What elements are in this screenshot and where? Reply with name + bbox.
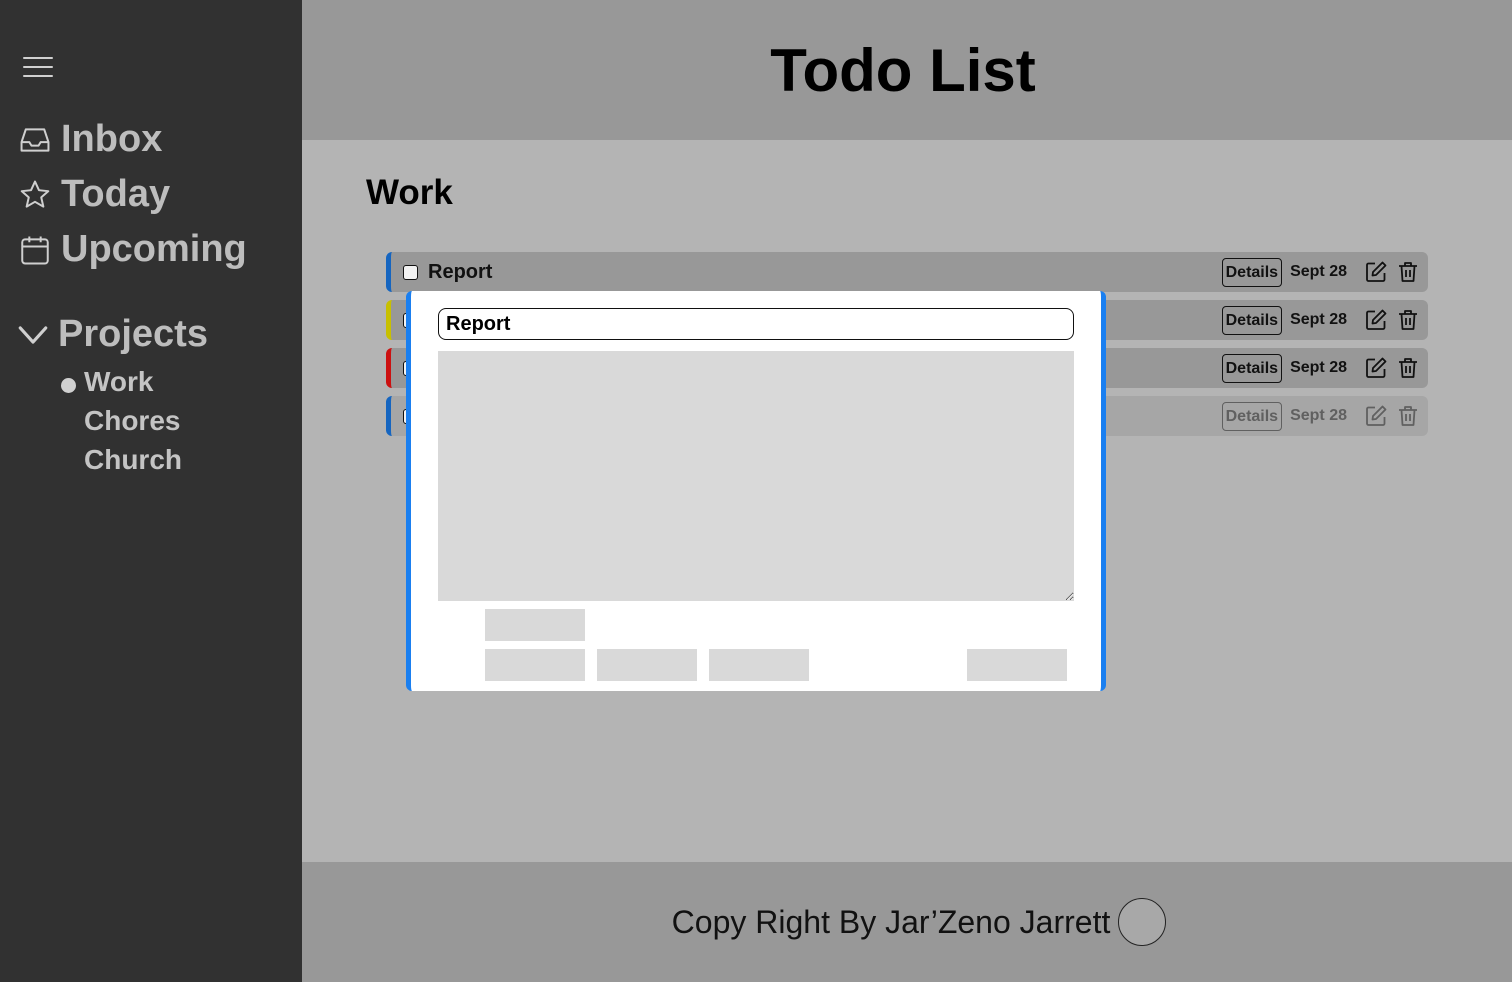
sidebar-item-label: Today — [61, 173, 171, 215]
inbox-icon — [20, 127, 50, 152]
todo-row: Report Details Sept 28 — [386, 252, 1428, 292]
details-button[interactable]: Details — [1221, 401, 1283, 431]
todo-date: Sept 28 — [1290, 263, 1347, 280]
sidebar: Inbox Today Upcoming Projects Work Chore… — [0, 0, 302, 982]
todo-date: Sept 28 — [1290, 407, 1347, 424]
chevron-down-icon — [18, 325, 48, 344]
projects-label: Projects — [58, 313, 208, 355]
page-footer: Copy Right By Jar’Zeno Jarrett — [302, 862, 1512, 982]
modal-title-input[interactable] — [438, 308, 1074, 340]
trash-icon[interactable] — [1396, 404, 1420, 428]
calendar-icon — [21, 236, 49, 264]
sidebar-item-inbox[interactable]: Inbox — [18, 118, 162, 161]
sidebar-project-work[interactable]: Work — [84, 366, 154, 398]
modal-priority-option-2[interactable] — [597, 649, 697, 681]
footer-text: Copy Right By Jar’Zeno Jarrett — [671, 903, 1111, 940]
sidebar-item-today[interactable]: Today — [18, 173, 170, 216]
edit-icon[interactable] — [1364, 404, 1388, 428]
trash-icon[interactable] — [1396, 260, 1420, 284]
trash-icon[interactable] — [1396, 308, 1420, 332]
modal-submit-button[interactable] — [967, 649, 1067, 681]
todo-date: Sept 28 — [1290, 359, 1347, 376]
details-button[interactable]: Details — [1221, 257, 1283, 287]
todo-date: Sept 28 — [1290, 311, 1347, 328]
sidebar-project-chores[interactable]: Chores — [84, 405, 180, 437]
star-icon — [20, 180, 50, 208]
modal-description-field[interactable] — [438, 351, 1074, 601]
edit-icon[interactable] — [1364, 260, 1388, 284]
sidebar-item-upcoming[interactable]: Upcoming — [18, 228, 247, 271]
modal-date-control[interactable] — [485, 609, 585, 641]
edit-icon[interactable] — [1364, 308, 1388, 332]
menu-icon[interactable] — [23, 57, 53, 77]
todo-checkbox[interactable] — [403, 264, 418, 280]
sidebar-item-label: Inbox — [61, 118, 163, 160]
page-title: Todo List — [770, 36, 1036, 104]
details-button[interactable]: Details — [1221, 305, 1283, 335]
modal-priority-option-3[interactable] — [709, 649, 809, 681]
page-header: Todo List — [302, 0, 1512, 140]
app: Inbox Today Upcoming Projects Work Chore… — [0, 0, 1512, 982]
todo-title: Report — [428, 260, 493, 283]
edit-icon[interactable] — [1364, 356, 1388, 380]
modal-priority-option-1[interactable] — [485, 649, 585, 681]
sidebar-item-label: Upcoming — [61, 228, 247, 270]
projects-toggle[interactable]: Projects — [16, 313, 208, 356]
section-title: Work — [366, 173, 453, 212]
active-project-dot-icon — [61, 378, 76, 393]
details-button[interactable]: Details — [1221, 353, 1283, 383]
edit-todo-modal — [406, 291, 1106, 691]
sidebar-project-church[interactable]: Church — [84, 444, 182, 476]
trash-icon[interactable] — [1396, 356, 1420, 380]
avatar[interactable] — [1118, 898, 1167, 946]
